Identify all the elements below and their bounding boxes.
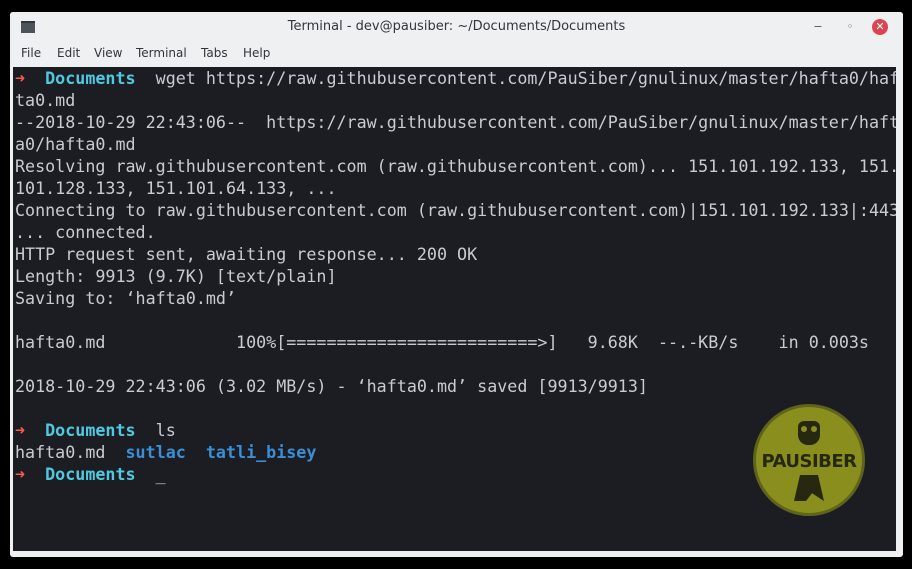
output-line: Resolving raw.githubusercontent.com (raw…	[15, 156, 896, 176]
menu-file[interactable]: File	[21, 46, 41, 60]
command-text: wget https://raw.githubusercontent.com/P…	[155, 68, 896, 88]
output-line: Length: 9913 (9.7K) [text/plain]	[15, 266, 337, 286]
progress-line: hafta0.md 100%[=========================…	[15, 332, 869, 352]
menu-edit[interactable]: Edit	[57, 46, 80, 60]
owl-body-icon	[794, 475, 824, 501]
output-line: 101.128.133, 151.101.64.133, ...	[15, 178, 337, 198]
minimize-button[interactable]: −	[810, 19, 826, 35]
output-line: HTTP request sent, awaiting response... …	[15, 244, 478, 264]
output-line: 2018-10-29 22:43:06 (3.02 MB/s) - ‘hafta…	[15, 376, 648, 396]
owl-icon	[798, 421, 820, 445]
close-button[interactable]: ✕	[872, 19, 888, 35]
terminal-output[interactable]: ➜ Documents wget https://raw.githubuserc…	[13, 67, 896, 551]
text-cursor[interactable]: _	[156, 464, 166, 484]
output-line: --2018-10-29 22:43:06-- https://raw.gith…	[15, 112, 896, 132]
ls-directory: tatli_bisey	[205, 442, 317, 462]
ls-output-line: hafta0.md sutlac tatli_bisey	[15, 441, 316, 463]
prompt-arrow-icon: ➜	[15, 464, 26, 484]
output-line: Saving to: ‘hafta0.md’	[15, 288, 237, 308]
prompt-line-current: ➜ Documents _	[15, 463, 166, 485]
prompt-line-wget: ➜ Documents wget https://raw.githubuserc…	[15, 67, 896, 89]
prompt-directory: Documents	[45, 420, 136, 440]
output-line: Connecting to raw.githubusercontent.com …	[15, 200, 896, 220]
title-bar[interactable]: Terminal - dev@pausiber: ~/Documents/Doc…	[10, 12, 903, 42]
pausiber-logo-watermark: PAUSIBER	[753, 404, 865, 516]
output-line: ta0.md	[15, 90, 76, 110]
terminal-window: Terminal - dev@pausiber: ~/Documents/Doc…	[10, 12, 903, 557]
ls-file: hafta0.md	[15, 442, 106, 462]
maximize-button[interactable]: ◦	[842, 19, 858, 35]
prompt-directory: Documents	[45, 68, 136, 88]
prompt-line-ls: ➜ Documents ls	[15, 419, 176, 441]
menu-view[interactable]: View	[94, 46, 122, 60]
watermark-text: PAUSIBER	[761, 451, 857, 472]
menu-help[interactable]: Help	[243, 46, 270, 60]
window-title: Terminal - dev@pausiber: ~/Documents/Doc…	[287, 19, 626, 34]
ls-directory: sutlac	[125, 442, 186, 462]
prompt-arrow-icon: ➜	[15, 68, 26, 88]
menu-tabs[interactable]: Tabs	[201, 46, 228, 60]
command-text: ls	[155, 420, 176, 440]
menu-terminal[interactable]: Terminal	[136, 46, 187, 60]
prompt-directory: Documents	[45, 464, 136, 484]
output-line: a0/hafta0.md	[15, 134, 136, 154]
prompt-arrow-icon: ➜	[15, 420, 26, 440]
output-line: ... connected.	[15, 222, 156, 242]
menu-bar: File Edit View Terminal Tabs Help	[10, 42, 903, 66]
